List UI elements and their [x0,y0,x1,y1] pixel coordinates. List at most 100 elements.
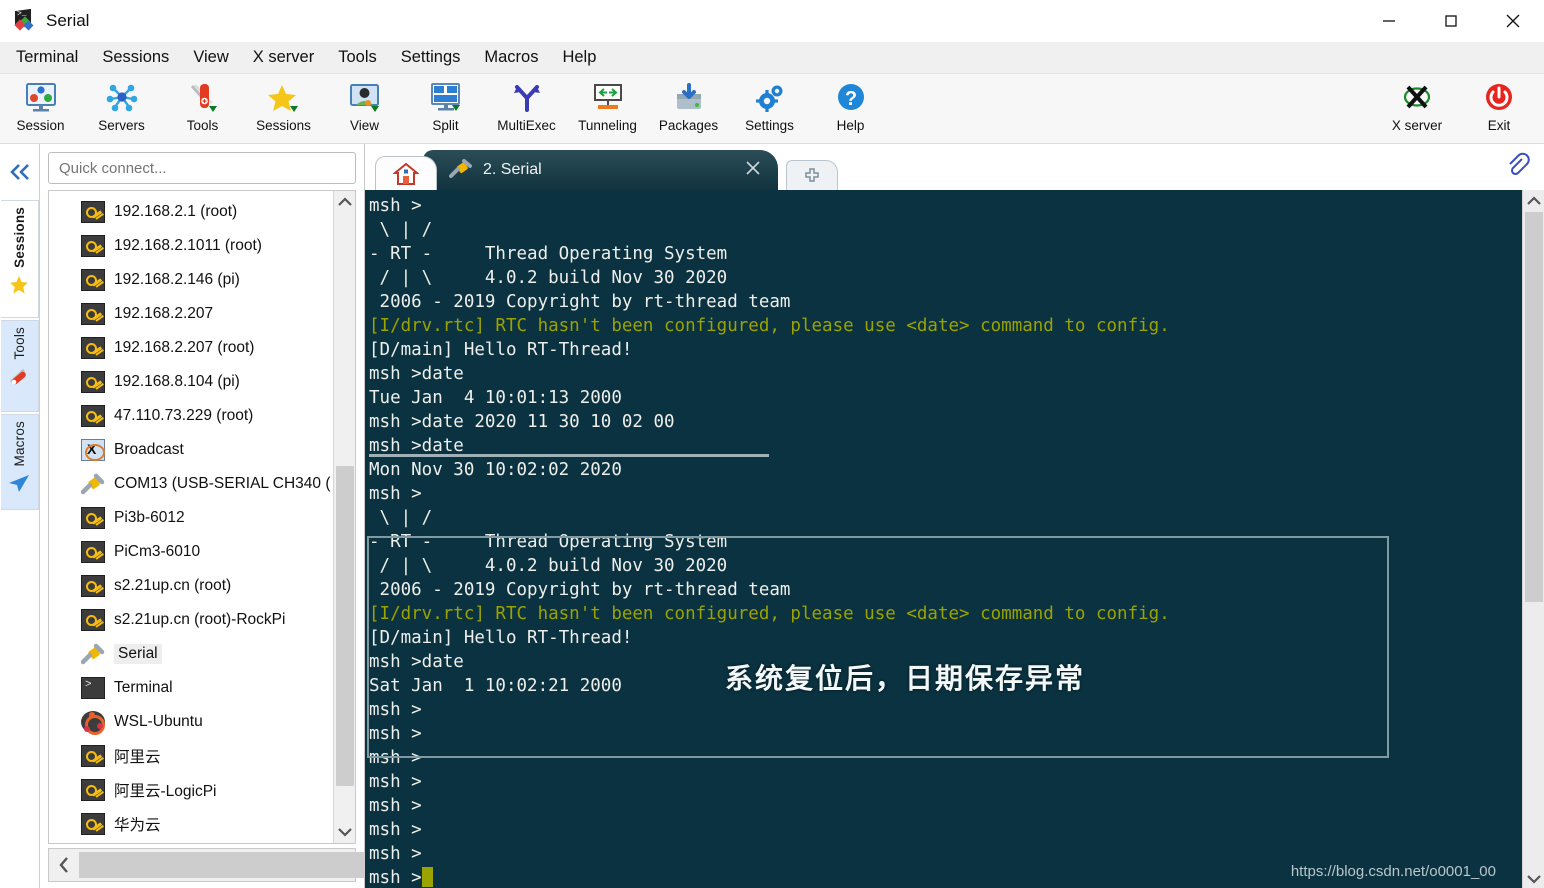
toolbar-x-server-button[interactable]: X server [1376,74,1458,142]
session-list-item[interactable]: 192.168.2.1 (root) [49,195,333,229]
toolbar-tunneling-button[interactable]: Tunneling [567,74,648,142]
hscroll-thumb[interactable] [79,852,369,878]
sessions-tree[interactable]: 192.168.2.1 (root) 192.168.2.1011 (root) 1… [49,191,333,843]
swiss-knife-icon [186,80,220,116]
sessions-scrollbar-thumb[interactable] [336,466,354,786]
scroll-up-button[interactable] [334,191,355,213]
maximize-button[interactable] [1420,0,1482,42]
terminal-output[interactable]: msh > \ | / - RT - Thread Operating Syste… [365,190,1522,888]
session-list-item[interactable]: COM13 (USB-SERIAL CH340 ( [49,467,333,501]
menu-terminal[interactable]: Terminal [4,45,90,70]
terminal-cursor [421,867,433,887]
toolbar-view-label: View [349,118,380,133]
terminal-line: msh > [369,820,422,840]
session-list-item[interactable]: PiCm3-6010 [49,535,333,569]
tab-close-button[interactable] [744,159,762,182]
toolbar-multiexec-button[interactable]: MultiExec [486,74,567,142]
toolbar-tunneling-label: Tunneling [578,118,637,133]
star-icon [8,274,30,301]
session-list-item-label: Pi3b-6012 [114,509,185,526]
session-list-item[interactable]: 192.168.8.104 (pi) [49,365,333,399]
terminal-scroll-down-button[interactable] [1523,868,1544,888]
session-list-item[interactable]: 192.168.2.207 [49,297,333,331]
toolbar-settings-button[interactable]: Settings [729,74,810,142]
toolbar-servers-button[interactable]: Servers [81,74,162,142]
terminal-line: [D/main] Hello RT-Thread! [369,340,633,360]
scroll-left-button[interactable] [49,856,79,874]
terminal-line: 2006 - 2019 Copyright by rt-thread team [369,580,791,600]
menu-view[interactable]: View [181,45,240,70]
toolbar-view-button[interactable]: View [324,74,405,142]
terminal-vertical-scrollbar[interactable] [1522,190,1544,888]
rail-tab-tools-label: Tools [11,327,27,360]
session-list-item-label: Terminal [114,679,173,696]
session-list-item[interactable]: 192.168.2.207 (root) [49,331,333,365]
session-list-item[interactable]: Broadcast [49,433,333,467]
rail-tab-sessions[interactable]: Sessions [0,200,39,318]
session-list-item[interactable]: 192.168.2.146 (pi) [49,263,333,297]
help-question-icon: ? [834,80,868,116]
toolbar-split-button[interactable]: Split [405,74,486,142]
menu-macros[interactable]: Macros [472,45,550,70]
terminal-line: msh > [369,796,422,816]
toolbar-sessions-button[interactable]: Sessions [243,74,324,142]
close-button[interactable] [1482,0,1544,42]
serial-plug-icon [80,643,105,665]
attach-file-button[interactable] [1504,152,1530,183]
session-list-item[interactable]: WSL-Ubuntu [49,705,333,739]
sessions-horizontal-scrollbar[interactable] [48,848,369,882]
minimize-button[interactable] [1358,0,1420,42]
terminal-line: [I/drv.rtc] RTC hasn't been configured, … [369,604,1170,624]
sessions-panel: 192.168.2.1 (root) 192.168.2.1011 (root) 1… [40,144,369,888]
key-icon [81,541,105,563]
menu-help[interactable]: Help [550,45,608,70]
menu-bar: Terminal Sessions View X server Tools Se… [0,42,1544,74]
home-icon [393,162,419,185]
menu-x-server[interactable]: X server [241,45,326,70]
toolbar-help-button[interactable]: ? Help [810,74,891,142]
terminal-body: msh > \ | / - RT - Thread Operating Syste… [365,190,1544,888]
new-tab-button[interactable] [786,160,838,190]
menu-sessions[interactable]: Sessions [90,45,181,70]
session-list-item[interactable]: 华为云 [49,807,333,841]
session-list-item[interactable]: 47.110.73.229 (root) [49,399,333,433]
key-icon [81,303,105,325]
tab-bar: 2. Serial [365,144,1544,190]
terminal-line: \ | / [369,508,433,528]
terminal-scroll-up-button[interactable] [1523,190,1544,212]
session-list-item[interactable]: 阿里云 [49,739,333,773]
sessions-tree-wrap: 192.168.2.1 (root) 192.168.2.1011 (root) 1… [48,190,356,844]
terminal-line: / | \ 4.0.2 build Nov 30 2020 [369,268,728,288]
session-list-item[interactable]: Terminal [49,671,333,705]
terminal-scrollbar-thumb[interactable] [1525,212,1543,602]
toolbar-tools-button[interactable]: Tools [162,74,243,142]
collapse-sidebar-button[interactable] [0,144,39,200]
key-icon [81,337,105,359]
toolbar-packages-button[interactable]: Packages [648,74,729,142]
key-icon [81,405,105,427]
terminal-line: msh > [369,700,422,720]
quick-connect-input[interactable] [48,152,356,184]
rail-tab-macros[interactable]: Macros [0,414,39,510]
session-list-item[interactable]: 192.168.2.1011 (root) [49,229,333,263]
terminal-line: msh > [369,196,422,216]
toolbar-sessions-label: Sessions [256,118,311,133]
menu-settings[interactable]: Settings [389,45,473,70]
toolbar-session-button[interactable]: Session [0,74,81,142]
menu-tools[interactable]: Tools [326,45,389,70]
session-list-item-label: s2.21up.cn (root)-RockPi [114,611,286,628]
scroll-down-button[interactable] [334,821,355,843]
chevron-double-left-icon [9,164,29,180]
home-tab[interactable] [375,156,437,190]
rail-tab-tools[interactable]: Tools [0,320,39,412]
sessions-vertical-scrollbar[interactable] [333,191,355,843]
hscroll-track[interactable] [79,850,369,880]
session-list-item[interactable]: Pi3b-6012 [49,501,333,535]
tab-serial[interactable]: 2. Serial [423,150,778,190]
session-list-item[interactable]: s2.21up.cn (root)-RockPi [49,603,333,637]
session-list-item[interactable]: Serial [49,637,333,671]
session-list-item-label: Broadcast [114,441,184,458]
session-list-item[interactable]: s2.21up.cn (root) [49,569,333,603]
session-list-item[interactable]: 阿里云-LogicPi [49,773,333,807]
toolbar-exit-button[interactable]: Exit [1458,74,1540,142]
